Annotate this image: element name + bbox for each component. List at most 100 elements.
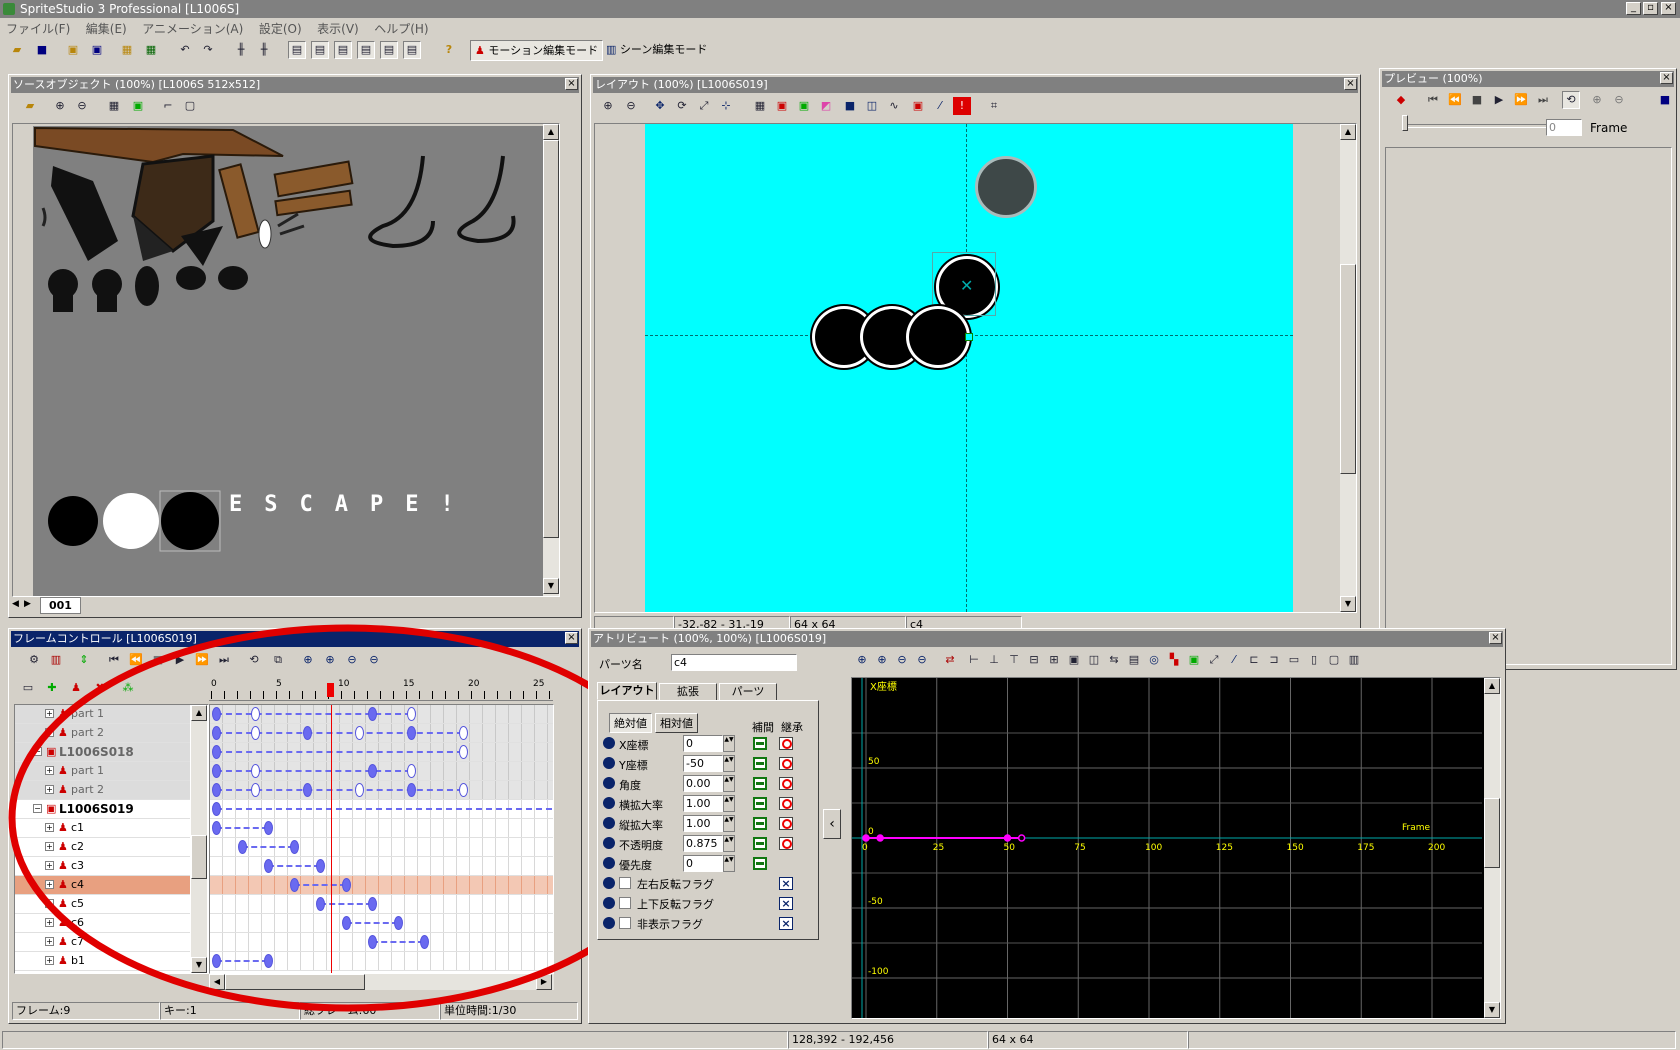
tree-part-row[interactable]: + ♟ c1 <box>15 819 190 838</box>
interp-toggle-icon[interactable] <box>753 737 767 750</box>
frame-row[interactable] <box>210 705 553 724</box>
tree-part-row[interactable]: + ♟ b1 <box>15 952 190 971</box>
layout-scroll-down[interactable]: ▼ <box>1340 596 1356 612</box>
preview-prev-icon[interactable]: ⏪ <box>1446 91 1464 109</box>
undo-icon[interactable]: ↶ <box>176 41 194 59</box>
menu-settings[interactable]: 設定(O) <box>253 18 308 37</box>
expand-toggle-icon[interactable]: + <box>45 899 54 908</box>
expand-toggle-icon[interactable]: − <box>33 747 42 756</box>
graph-zoom-a-icon[interactable]: ⊕ <box>853 651 871 669</box>
frame-row[interactable] <box>210 933 553 952</box>
keyframe-marker[interactable] <box>459 783 468 797</box>
source-grid-icon[interactable]: ▦ <box>105 97 123 115</box>
sprite-c-row-3[interactable] <box>906 306 970 368</box>
graph-zoom-c-icon[interactable]: ⊖ <box>893 651 911 669</box>
layout-pivot-icon[interactable]: ⊹ <box>717 97 735 115</box>
graph-tool-10-icon[interactable]: ▤ <box>1125 651 1143 669</box>
attr-value-input[interactable]: 1.00 <box>683 795 723 812</box>
frame-panel-close-button[interactable]: × <box>565 632 578 644</box>
source-zoom-out-icon[interactable]: ⊖ <box>73 97 91 115</box>
layout-alert-icon[interactable]: ! <box>953 97 971 115</box>
keyframe-marker[interactable] <box>290 840 299 854</box>
layout-frame-icon[interactable]: ■ <box>841 97 859 115</box>
help-icon[interactable]: ? <box>440 41 458 59</box>
layout-layer-icon[interactable]: ◫ <box>863 97 881 115</box>
sprite-c-grey[interactable] <box>975 156 1037 218</box>
inherit-toggle-icon[interactable] <box>779 837 793 850</box>
expand-toggle-icon[interactable]: + <box>45 956 54 965</box>
keyframe-marker[interactable] <box>212 707 221 721</box>
keyframe-grid[interactable] <box>209 704 554 974</box>
attr-key-icon[interactable] <box>603 837 615 849</box>
preview-panel-close-button[interactable]: × <box>1660 72 1673 84</box>
expand-toggle-icon[interactable]: + <box>45 880 54 889</box>
grid-scroll-left[interactable]: ◀ <box>209 974 225 990</box>
keyframe-marker[interactable] <box>212 821 221 835</box>
layout-scroll-up[interactable]: ▲ <box>1340 124 1356 140</box>
frame-row[interactable] <box>210 743 553 762</box>
grid-scroll-thumb[interactable] <box>225 974 365 990</box>
menu-view[interactable]: 表示(V) <box>311 18 365 37</box>
window-source-icon[interactable]: ▤ <box>288 41 306 59</box>
window-frame-icon[interactable]: ▤ <box>334 41 352 59</box>
expand-toggle-icon[interactable]: + <box>45 861 54 870</box>
keyframe-marker[interactable] <box>316 859 325 873</box>
menu-file[interactable]: ファイル(F) <box>0 18 76 37</box>
layout-curve-icon[interactable]: ∿ <box>885 97 903 115</box>
inherit-toggle-icon[interactable] <box>779 797 793 810</box>
preview-loop-icon[interactable]: ⟲ <box>1562 91 1580 109</box>
playhead-marker-icon[interactable] <box>327 683 334 697</box>
menu-animation[interactable]: アニメーション(A) <box>136 18 249 37</box>
layout-move-icon[interactable]: ✥ <box>651 97 669 115</box>
collapse-panel-button[interactable]: ‹ <box>823 809 841 839</box>
layout-marker-icon[interactable]: ▣ <box>909 97 927 115</box>
source-panel-close-button[interactable]: × <box>565 78 578 90</box>
layout-vscroll[interactable]: ▲ ▼ <box>1340 124 1356 612</box>
graph-keyframe-point[interactable] <box>876 834 884 842</box>
graph-tool-16-icon[interactable]: ⊏ <box>1245 651 1263 669</box>
keyframe-marker[interactable] <box>264 821 273 835</box>
graph-tool-18-icon[interactable]: ▭ <box>1285 651 1303 669</box>
timeline-ruler[interactable]: 0 5 10 15 20 25 <box>209 679 553 701</box>
keyframe-marker[interactable] <box>368 935 377 949</box>
keyframe-marker[interactable] <box>407 707 416 721</box>
tree-part-row[interactable]: + ♟ c7 <box>15 933 190 952</box>
graph-tool-6-icon[interactable]: ⊞ <box>1045 651 1063 669</box>
graph-tool-17-icon[interactable]: ⊐ <box>1265 651 1283 669</box>
preview-slider-thumb[interactable] <box>1402 115 1408 131</box>
frame-row[interactable] <box>210 819 553 838</box>
tab-next-icon[interactable]: ▶ <box>24 599 31 609</box>
expand-toggle-icon[interactable]: + <box>45 937 54 946</box>
keyframe-marker[interactable] <box>368 897 377 911</box>
expand-toggle-icon[interactable]: + <box>45 785 54 794</box>
attr-key-icon[interactable] <box>603 797 615 809</box>
graph-keyframe-point[interactable] <box>1017 834 1026 842</box>
layout-color-icon[interactable]: ▣ <box>795 97 813 115</box>
layout-pen-icon[interactable]: ⁄ <box>931 97 949 115</box>
preview-last-icon[interactable]: ⏭ <box>1534 91 1552 109</box>
interp-toggle-icon[interactable] <box>753 757 767 770</box>
frame-next-icon[interactable]: ⏩ <box>193 651 211 669</box>
tree-link-icon[interactable]: ⁂ <box>119 679 137 697</box>
tree-part-row[interactable]: + ♟ part 2 <box>15 781 190 800</box>
flag-key-icon[interactable] <box>603 917 615 929</box>
keyframe-marker[interactable] <box>459 726 468 740</box>
attr-key-icon[interactable] <box>603 737 615 749</box>
preview-frame-input[interactable]: 0 <box>1546 119 1582 136</box>
preview-zoom-in-icon[interactable]: ⊕ <box>1588 91 1606 109</box>
expand-toggle-icon[interactable]: + <box>45 709 54 718</box>
attr-spin-icon[interactable]: ▲▼ <box>723 735 735 752</box>
window-graph-icon[interactable]: ▤ <box>403 41 421 59</box>
frame-row[interactable] <box>210 724 553 743</box>
tree-group-row[interactable]: − ▣ L1006S018 <box>15 743 190 762</box>
frame-settings-icon[interactable]: ⚙ <box>25 651 43 669</box>
close-window-button[interactable]: × <box>1661 2 1676 15</box>
frame-zoom-b-icon[interactable]: ⊕ <box>321 651 339 669</box>
attr-value-input[interactable]: 0 <box>683 855 723 872</box>
window-layout-icon[interactable]: ▤ <box>311 41 329 59</box>
frame-row[interactable] <box>210 952 553 971</box>
keyframe-marker[interactable] <box>342 878 351 892</box>
preview-first-icon[interactable]: ⏮ <box>1424 91 1442 109</box>
keyframe-marker[interactable] <box>459 745 468 759</box>
tree-folder-icon[interactable]: ▭ <box>19 679 37 697</box>
